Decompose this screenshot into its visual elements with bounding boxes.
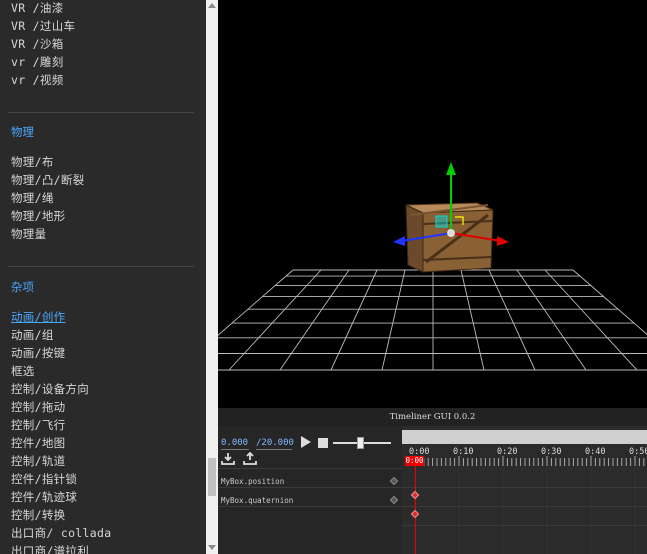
divider <box>402 525 647 526</box>
sidebar-item-physics-volume[interactable]: 物理量 <box>11 226 46 242</box>
speed-slider-knob[interactable] <box>357 437 364 449</box>
divider <box>218 487 402 488</box>
sidebar-item-controls-pointerlock[interactable]: 控件/指针锁 <box>11 471 77 487</box>
divider <box>402 506 647 507</box>
keyframe-toggle-icon[interactable] <box>389 495 399 505</box>
gizmo-x-arrow-icon <box>497 236 509 246</box>
sidebar-item-vr-sandbox[interactable]: VR /沙箱 <box>11 36 64 52</box>
timeline-scroll-bar[interactable] <box>402 430 647 444</box>
timeliner-panel: Timeliner GUI 0.0.2 0.000 /20.000 MyBox.… <box>218 408 647 554</box>
timeline-track-area[interactable]: 0:00 0:10 0:20 0:30 0:40 0:50 0:00 <box>402 426 647 554</box>
upload-icon[interactable] <box>243 452 257 466</box>
sidebar-item-physics-rope[interactable]: 物理/绳 <box>11 190 54 206</box>
timeliner-title: Timeliner GUI 0.0.2 <box>218 408 647 426</box>
sidebar-item-controls-drag[interactable]: 控制/拖动 <box>11 399 65 415</box>
scroll-thumb[interactable] <box>208 458 216 496</box>
divider <box>8 266 194 267</box>
sidebar-item-animation-groups[interactable]: 动画/组 <box>11 327 54 343</box>
play-icon[interactable] <box>301 436 311 448</box>
divider <box>402 487 647 488</box>
keyframe-toggle-icon[interactable] <box>389 476 399 486</box>
section-header-physics: 物理 <box>11 125 34 139</box>
sidebar-item-controls-deviceorientation[interactable]: 控制/设备方向 <box>11 381 89 397</box>
sidebar-item-vr-sculpt[interactable]: vr /雕刻 <box>11 54 64 70</box>
grid-line <box>544 269 638 371</box>
sidebar-item-controls-fly[interactable]: 控制/飞行 <box>11 417 65 433</box>
sidebar-item-controls-trackball[interactable]: 控件/轨迹球 <box>11 489 77 505</box>
sidebar-item-animation-authoring[interactable]: 动画/创作 <box>11 309 65 325</box>
sidebar-item-vr-video[interactable]: vr /视频 <box>11 72 64 88</box>
sidebar-item-controls-transform[interactable]: 控制/转换 <box>11 507 65 523</box>
divider <box>218 506 402 507</box>
3d-viewport[interactable] <box>218 0 647 408</box>
total-time-input[interactable]: /20.000 <box>256 438 294 450</box>
divider <box>8 112 194 113</box>
sidebar-item-physics-convex-break[interactable]: 物理/凸/断裂 <box>11 172 84 188</box>
gizmo-y-arrow-icon <box>446 162 456 175</box>
scene-canvas[interactable] <box>218 0 647 408</box>
timeliner-controls: 0.000 /20.000 MyBox.position MyBox.quate… <box>218 426 402 554</box>
track-label-quaternion[interactable]: MyBox.quaternion <box>221 496 293 505</box>
playhead-time-label[interactable]: 0:00 <box>405 456 424 466</box>
section-header-misc: 杂项 <box>11 280 34 294</box>
scroll-down-arrow-icon[interactable] <box>208 545 216 550</box>
ground-grid <box>218 269 647 371</box>
examples-sidebar: VR /油漆 VR /过山车 VR /沙箱 vr /雕刻 vr /视频 物理 物… <box>0 0 206 554</box>
stop-icon[interactable] <box>318 438 328 448</box>
gizmo-z-arrow-icon <box>393 236 405 246</box>
current-time-input[interactable]: 0.000 <box>221 438 249 450</box>
track-label-position[interactable]: MyBox.position <box>221 477 284 486</box>
sidebar-item-animation-keys[interactable]: 动画/按键 <box>11 345 65 361</box>
sidebar-item-controls-orbit[interactable]: 控制/轨道 <box>11 453 65 469</box>
sidebar-item-exporter-collada[interactable]: 出口商/ collada <box>11 525 111 541</box>
download-icon[interactable] <box>221 452 235 466</box>
divider <box>218 468 402 469</box>
grid-line <box>228 269 322 371</box>
sidebar-item-physics-cloth[interactable]: 物理/布 <box>11 154 54 170</box>
sidebar-item-physics-terrain[interactable]: 物理/地形 <box>11 208 65 224</box>
sidebar-item-boxselection[interactable]: 框选 <box>11 363 35 379</box>
sidebar-scrollbar[interactable] <box>206 0 218 554</box>
sidebar-item-controls-map[interactable]: 控件/地图 <box>11 435 65 451</box>
sidebar-item-vr-rollercoaster[interactable]: VR /过山车 <box>11 18 75 34</box>
sidebar-item-vr-paint[interactable]: VR /油漆 <box>11 0 64 16</box>
timeline-ruler <box>414 456 645 554</box>
scroll-up-arrow-icon[interactable] <box>208 3 216 8</box>
sidebar-item-exporter-draco[interactable]: 出口商/谱拉利 <box>11 543 89 554</box>
